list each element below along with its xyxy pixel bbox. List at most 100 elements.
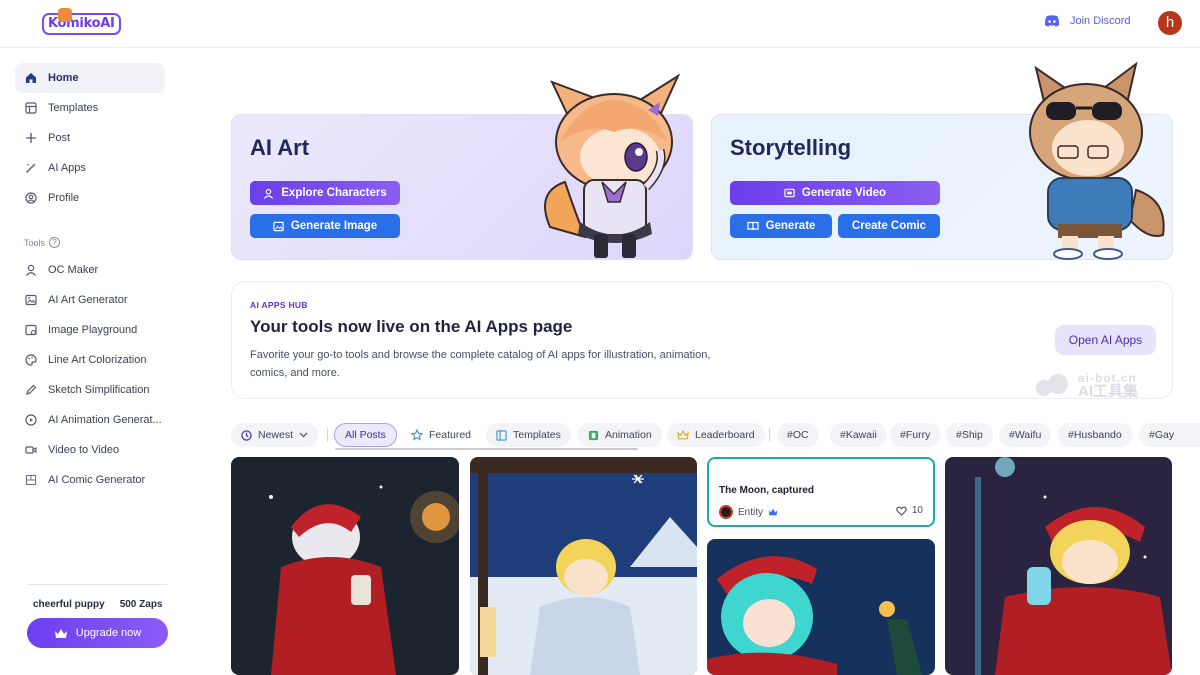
tag-label: #Husbando (1068, 429, 1122, 441)
film-icon (588, 430, 599, 440)
create-comic-button[interactable]: Create Comic (838, 214, 940, 238)
gallery-post-card[interactable] (231, 457, 459, 675)
explore-characters-label: Explore Characters (281, 187, 387, 199)
username: cheerful puppy (33, 599, 105, 610)
tag-ship[interactable]: #Ship (946, 423, 993, 447)
top-bar: KomikoAI Join Discord h (0, 0, 1200, 48)
tag-husbando[interactable]: #Husbando (1058, 423, 1132, 447)
zaps-count: 500 Zaps (119, 599, 163, 610)
generate-video-button[interactable]: Generate Video (730, 181, 940, 205)
logo[interactable]: KomikoAI (42, 8, 121, 36)
sort-dropdown[interactable]: Newest (231, 423, 319, 447)
gallery-post-card[interactable] (707, 539, 935, 675)
join-discord-label: Join Discord (1070, 15, 1131, 27)
author-name: Entity (738, 506, 764, 518)
generate-video-label: Generate Video (801, 187, 887, 199)
post-image-snow-boy (470, 457, 697, 675)
tab-label: Templates (513, 429, 561, 441)
sidebar: Home Templates Post AI Apps Profile Tool… (0, 48, 182, 675)
tab-label: All Posts (345, 429, 386, 441)
tag-gay[interactable]: #Gay (1139, 423, 1200, 447)
tag-label: #Ship (956, 429, 983, 441)
generate-image-button[interactable]: Generate Image (250, 214, 400, 238)
post-title: The Moon, captured (719, 485, 814, 496)
like-button[interactable]: 10 (896, 505, 923, 516)
sidebar-tool-label: OC Maker (48, 264, 99, 276)
ai-art-title: AI Art (250, 135, 310, 160)
sidebar-tool-label: AI Comic Generator (48, 474, 146, 486)
tag-oc[interactable]: #OC (777, 423, 819, 447)
sidebar-tool-video-to-video[interactable]: Video to Video (15, 435, 165, 465)
tab-templates[interactable]: Templates (486, 423, 571, 447)
filter-scrollbar[interactable] (335, 448, 638, 450)
upgrade-label: Upgrade now (75, 627, 142, 639)
hub-description: Favorite your go-to tools and browse the… (250, 349, 711, 379)
hub-eyebrow: AI APPS HUB (250, 300, 308, 310)
image-icon (273, 221, 284, 231)
gallery-post-card[interactable] (945, 457, 1172, 675)
image-icon (24, 293, 38, 307)
generate-image-label: Generate Image (290, 220, 378, 232)
tab-featured[interactable]: Featured (401, 423, 481, 447)
sidebar-item-label: AI Apps (48, 162, 86, 174)
tag-label: #Waifu (1009, 429, 1042, 441)
sidebar-item-templates[interactable]: Templates (15, 93, 165, 123)
join-discord-link[interactable]: Join Discord (1044, 15, 1131, 27)
sidebar-tool-line-art-colorization[interactable]: Line Art Colorization (15, 345, 165, 375)
like-count: 10 (911, 505, 923, 516)
fox-girl-mascot-illustration (544, 73, 681, 258)
crown-icon (768, 508, 778, 516)
sidebar-tool-label: AI Animation Generat... (48, 414, 162, 426)
sidebar-tool-image-playground[interactable]: Image Playground (15, 315, 165, 345)
video-icon (784, 188, 795, 198)
magic-wand-icon (24, 161, 38, 175)
sidebar-item-label: Profile (48, 192, 80, 204)
sidebar-item-label: Post (48, 132, 71, 144)
user-avatar[interactable]: h (1158, 11, 1182, 35)
sidebar-tool-sketch-simplification[interactable]: Sketch Simplification (15, 375, 165, 405)
sidebar-tool-label: Sketch Simplification (48, 384, 150, 396)
upgrade-button[interactable]: Upgrade now (27, 618, 168, 648)
templates-icon (24, 101, 38, 115)
text-post-card[interactable]: The Moon, captured Entity 10 (707, 457, 935, 527)
sidebar-item-ai-apps[interactable]: AI Apps (15, 153, 165, 183)
post-image-santa-boy (231, 457, 459, 675)
tab-label: Animation (605, 429, 652, 441)
generate-story-button[interactable]: Generate (730, 214, 832, 238)
sidebar-tool-ai-animation-generator[interactable]: AI Animation Generat... (15, 405, 165, 435)
tab-animation[interactable]: Animation (578, 423, 662, 447)
gallery-post-card[interactable] (470, 457, 697, 675)
sidebar-item-profile[interactable]: Profile (15, 183, 165, 213)
sidebar-tool-label: Image Playground (48, 324, 138, 336)
tools-heading: Tools ? (24, 237, 61, 248)
create-comic-label: Create Comic (851, 220, 927, 232)
sidebar-tool-ai-art-generator[interactable]: AI Art Generator (15, 285, 165, 315)
tab-all-posts[interactable]: All Posts (334, 423, 397, 447)
sidebar-item-home[interactable]: Home (15, 63, 165, 93)
profile-icon (24, 191, 38, 205)
tag-waifu[interactable]: #Waifu (999, 423, 1052, 447)
help-icon[interactable]: ? (49, 237, 61, 248)
play-circle-icon (24, 413, 38, 427)
post-author[interactable]: Entity (719, 505, 778, 519)
home-icon (24, 71, 38, 85)
sidebar-item-post[interactable]: Post (15, 123, 165, 153)
logo-cat-icon (58, 8, 72, 22)
sidebar-tool-oc-maker[interactable]: OC Maker (15, 255, 165, 285)
crown-icon (677, 430, 689, 440)
user-icon (264, 188, 274, 199)
watermark-line2: AI工具集 (1078, 383, 1139, 400)
ai-apps-hub-banner: AI APPS HUB Your tools now live on the A… (231, 281, 1173, 399)
tab-leaderboard[interactable]: Leaderboard (667, 423, 765, 447)
tab-label: Featured (429, 429, 472, 441)
sidebar-tool-label: Line Art Colorization (48, 354, 147, 366)
tag-furry[interactable]: #Furry (890, 423, 941, 447)
tab-label: Leaderboard (695, 429, 755, 441)
sidebar-tool-ai-comic-generator[interactable]: AI Comic Generator (15, 465, 165, 495)
filter-separator (327, 428, 328, 442)
sort-label: Newest (258, 429, 294, 441)
explore-characters-button[interactable]: Explore Characters (250, 181, 400, 205)
discord-icon (1044, 15, 1060, 27)
tag-kawaii[interactable]: #Kawaii (830, 423, 887, 447)
open-ai-apps-button[interactable]: Open AI Apps (1055, 325, 1156, 355)
